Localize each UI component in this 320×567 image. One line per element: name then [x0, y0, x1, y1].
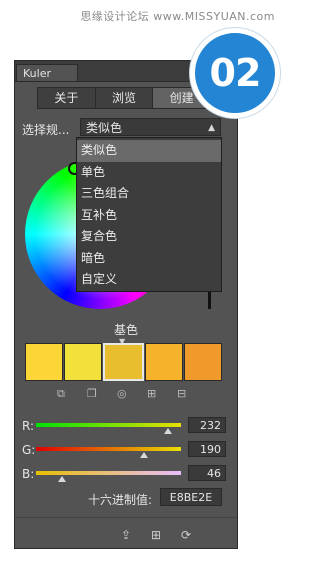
step-number: 02 [209, 51, 262, 95]
kuler-panel: Kuler ▸≡ 关于 浏览 创建 选择规... 类似色 ▲ 类似色 单色 三色… [14, 60, 238, 549]
slider-b-track[interactable] [36, 471, 181, 475]
swatch-row [25, 343, 223, 383]
slider-b: B: 46 [22, 465, 228, 485]
slider-b-value[interactable]: 46 [188, 465, 226, 481]
tab-about[interactable]: 关于 [38, 88, 96, 108]
select-arrows-icon: ▲ [208, 123, 215, 133]
mode-tabs: 关于 浏览 创建 [37, 87, 211, 109]
remove-icon[interactable]: ⊟ [177, 388, 187, 399]
swatch-tools: ⧉ ❐ ◎ ⊞ ⊟ [55, 388, 195, 403]
set-base-icon[interactable]: ⧉ [57, 388, 67, 399]
swatch-3-base[interactable] [103, 343, 144, 381]
slider-r: R: 232 [22, 417, 228, 437]
upload-icon[interactable]: ⇪ [119, 528, 133, 542]
rule-dropdown: 类似色 单色 三色组合 互补色 复合色 暗色 自定义 [76, 137, 222, 292]
dropdown-item-analogous[interactable]: 类似色 [77, 140, 221, 162]
dropdown-item-complementary[interactable]: 互补色 [77, 205, 221, 227]
slider-g-thumb[interactable] [140, 452, 149, 458]
slider-g-value[interactable]: 190 [188, 441, 226, 457]
dropdown-item-monochrome[interactable]: 单色 [77, 162, 221, 184]
slider-g: G: 190 [22, 441, 228, 461]
slider-r-value[interactable]: 232 [188, 417, 226, 433]
add-theme-icon[interactable]: ⊞ [149, 528, 163, 542]
slider-b-thumb[interactable] [58, 476, 67, 482]
watermark-text: 思缘设计论坛 www.MISSYUAN.com [80, 10, 275, 23]
swatch-1[interactable] [25, 343, 64, 381]
slider-r-thumb[interactable] [163, 428, 172, 434]
slider-g-label: G: [22, 443, 36, 457]
dropdown-item-triad[interactable]: 三色组合 [77, 183, 221, 205]
swatch-4[interactable] [144, 343, 183, 381]
tab-browse[interactable]: 浏览 [96, 88, 154, 108]
dropdown-item-custom[interactable]: 自定义 [77, 269, 221, 291]
panel-tab-kuler[interactable]: Kuler [16, 64, 78, 81]
slider-r-track[interactable] [36, 423, 181, 427]
slider-g-track[interactable] [36, 447, 181, 451]
target-icon[interactable]: ◎ [117, 388, 127, 399]
share-icon[interactable]: ⟳ [179, 528, 193, 542]
bottom-toolbar: ⇪ ⊞ ⟳ [15, 517, 237, 549]
swatch-5[interactable] [183, 343, 223, 381]
rule-select-value: 类似色 [86, 121, 123, 135]
slider-r-label: R: [22, 419, 35, 433]
hex-label: 十六进制值: [88, 493, 153, 507]
swatch-2[interactable] [64, 343, 103, 381]
copy-icon[interactable]: ❐ [87, 388, 97, 399]
hex-input[interactable]: E8BE2E [160, 488, 222, 506]
base-color-label: 基色 [113, 323, 138, 337]
add-icon[interactable]: ⊞ [147, 388, 157, 399]
step-badge: 02 [190, 28, 280, 118]
rule-select[interactable]: 类似色 ▲ [80, 118, 221, 136]
dropdown-item-shades[interactable]: 暗色 [77, 248, 221, 270]
dropdown-item-compound[interactable]: 复合色 [77, 226, 221, 248]
slider-b-label: B: [22, 467, 35, 481]
rule-label: 选择规... [22, 123, 70, 137]
